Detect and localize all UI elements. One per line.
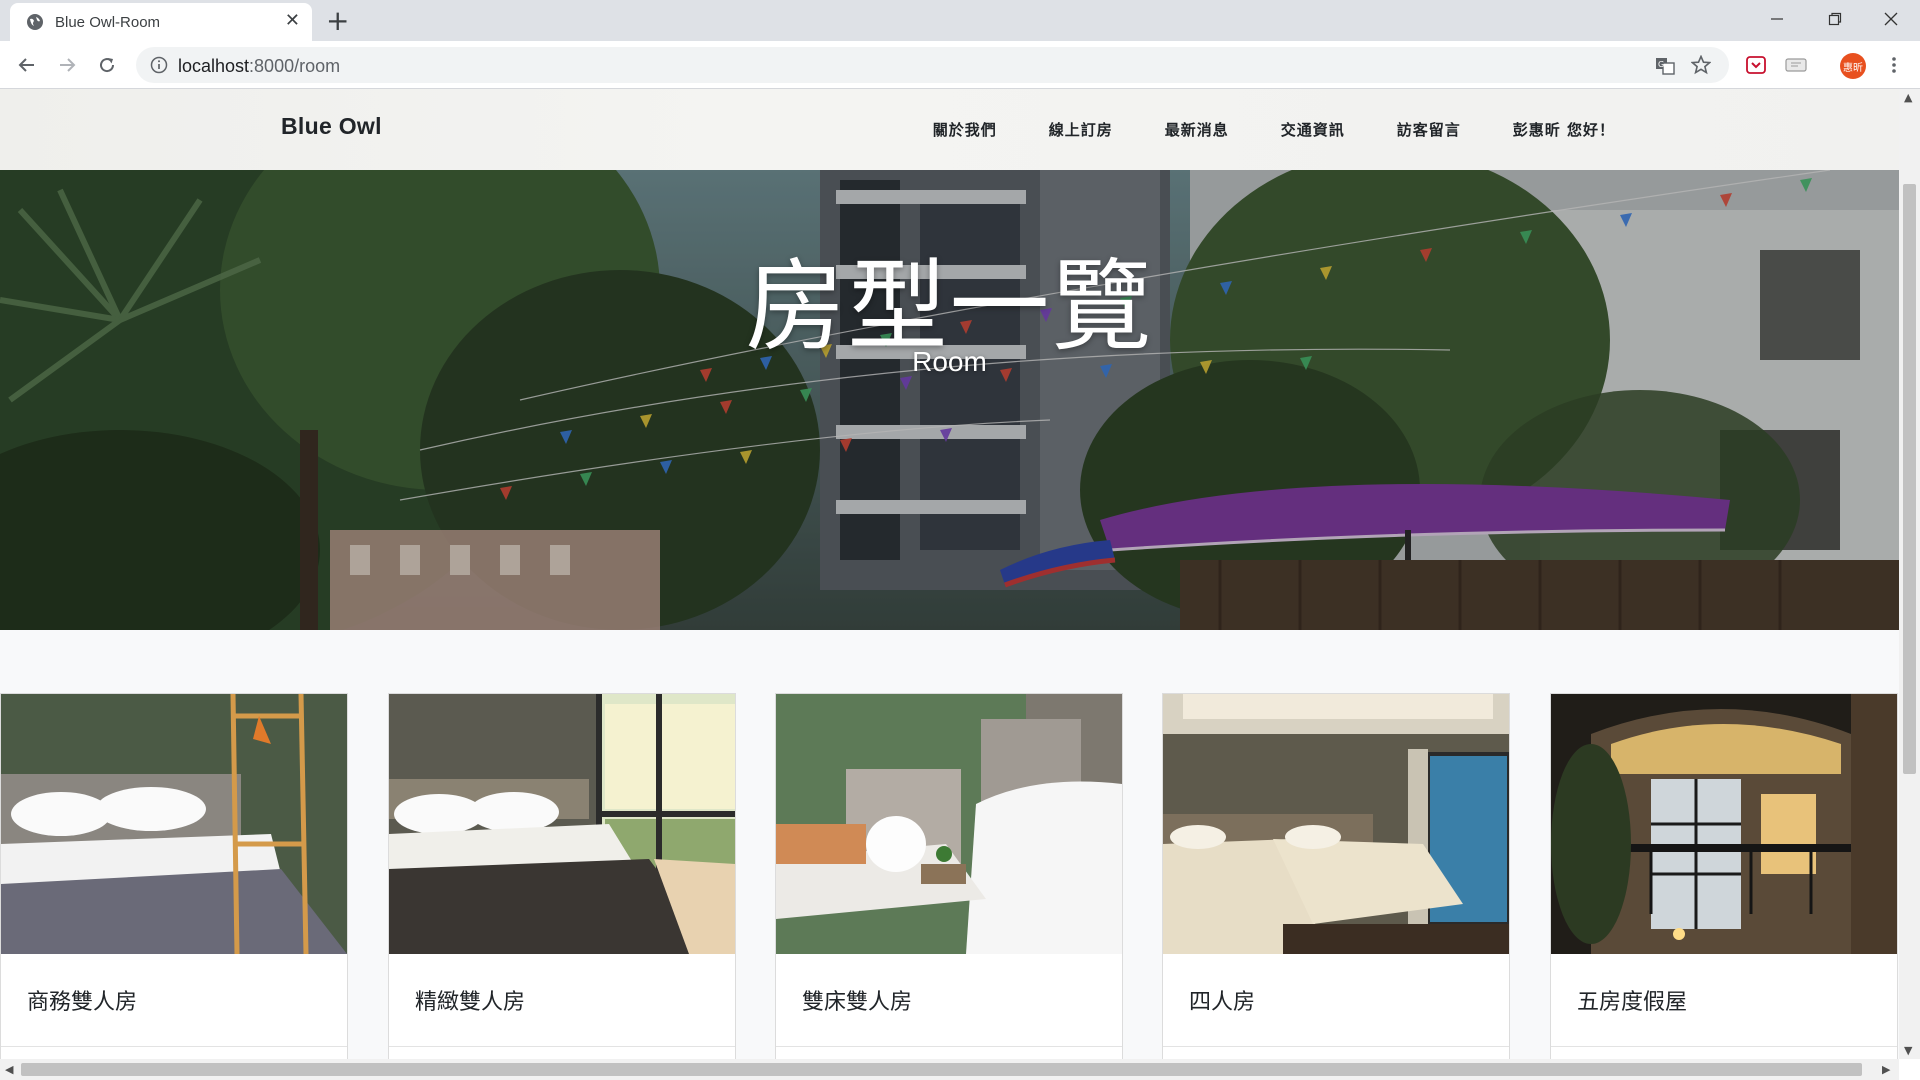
hero-banner: 房型一覽 Room <box>0 170 1899 630</box>
browser-menu-button[interactable] <box>1882 53 1906 77</box>
reload-icon <box>100 58 115 73</box>
menu-user-greeting[interactable]: 彭惠昕 您好！ <box>1513 119 1615 140</box>
svg-text:G: G <box>1658 60 1664 69</box>
card-divider <box>1 1046 347 1047</box>
extension-pocket-icon[interactable] <box>1744 53 1768 77</box>
card-divider <box>1163 1046 1509 1047</box>
arrow-left-icon <box>18 58 34 72</box>
room-photo <box>1 694 347 954</box>
room-name: 五房度假屋 <box>1577 990 1688 1015</box>
room-photo <box>776 694 1122 954</box>
url-text: localhost:8000/room <box>178 56 340 77</box>
card-divider <box>776 1046 1122 1047</box>
extension-ticket-icon[interactable] <box>1784 53 1808 77</box>
translate-icon[interactable]: G <box>1655 56 1675 76</box>
vertical-scrollbar[interactable]: ▲ ▼ <box>1899 89 1920 1059</box>
site-navbar: Blue Owl 關於我們 線上訂房 最新消息 交通資訊 訪客留言 彭惠昕 您好… <box>0 89 1899 171</box>
room-photo <box>1163 694 1509 954</box>
room-card[interactable]: 四人房 <box>1162 693 1510 1059</box>
forward-button[interactable] <box>53 51 81 79</box>
globe-icon <box>27 14 43 30</box>
room-card[interactable]: 精緻雙人房 <box>388 693 736 1059</box>
room-name: 雙床雙人房 <box>802 990 913 1015</box>
minimize-window-button[interactable] <box>1748 0 1806 38</box>
new-tab-button[interactable]: + <box>326 4 349 38</box>
restore-icon <box>1828 12 1842 26</box>
page-viewport: Blue Owl 關於我們 線上訂房 最新消息 交通資訊 訪客留言 彭惠昕 您好… <box>0 89 1899 1059</box>
menu-about[interactable]: 關於我們 <box>933 119 997 140</box>
main-menu: 關於我們 線上訂房 最新消息 交通資訊 訪客留言 彭惠昕 您好！ <box>933 119 1615 140</box>
room-card[interactable]: 五房度假屋 <box>1550 693 1898 1059</box>
close-tab-icon[interactable]: ✕ <box>285 10 300 32</box>
browser-tab-strip: Blue Owl-Room ✕ + <box>0 0 1920 41</box>
card-divider <box>1551 1046 1897 1047</box>
info-icon <box>150 56 168 74</box>
horizontal-scrollbar[interactable]: ◀ ▶ <box>0 1059 1899 1080</box>
menu-guestbook[interactable]: 訪客留言 <box>1397 119 1461 140</box>
reload-button[interactable] <box>93 51 121 79</box>
room-card[interactable]: 商務雙人房 <box>0 693 348 1059</box>
room-photo <box>389 694 735 954</box>
close-window-button[interactable] <box>1862 0 1920 38</box>
menu-booking[interactable]: 線上訂房 <box>1049 119 1113 140</box>
back-button[interactable] <box>13 51 41 79</box>
scroll-right-icon[interactable]: ▶ <box>1882 1063 1890 1076</box>
arrow-right-icon <box>60 58 76 72</box>
room-name: 四人房 <box>1189 990 1256 1015</box>
more-vertical-icon <box>1892 57 1896 73</box>
room-name: 精緻雙人房 <box>415 990 526 1015</box>
menu-traffic[interactable]: 交通資訊 <box>1281 119 1345 140</box>
scroll-left-icon[interactable]: ◀ <box>5 1063 13 1076</box>
minimize-icon <box>1771 18 1783 20</box>
profile-avatar[interactable]: 惠昕 <box>1840 53 1866 79</box>
url-host: localhost <box>178 56 250 76</box>
scroll-up-icon[interactable]: ▲ <box>1904 91 1912 104</box>
room-card[interactable]: 雙床雙人房 <box>775 693 1123 1059</box>
tab-title: Blue Owl-Room <box>55 14 161 31</box>
room-card-list: 商務雙人房 精緻雙人房 雙床雙人房 四人房 五房度假屋 <box>0 693 1899 1059</box>
address-bar[interactable]: localhost:8000/room G <box>136 47 1729 83</box>
browser-tab[interactable]: Blue Owl-Room ✕ <box>10 3 312 41</box>
scroll-down-icon[interactable]: ▼ <box>1904 1044 1912 1057</box>
restore-window-button[interactable] <box>1806 0 1864 38</box>
horizontal-scroll-thumb[interactable] <box>21 1063 1862 1076</box>
bookmark-star-icon[interactable] <box>1691 55 1711 75</box>
room-name: 商務雙人房 <box>27 990 138 1015</box>
card-divider <box>389 1046 735 1047</box>
browser-toolbar: localhost:8000/room G 惠昕 <box>0 41 1920 89</box>
vertical-scroll-thumb[interactable] <box>1903 184 1916 774</box>
page-subtitle: Room <box>912 346 987 377</box>
room-photo <box>1551 694 1897 954</box>
url-path: :8000/room <box>249 56 341 76</box>
brand-logo[interactable]: Blue Owl <box>281 113 382 140</box>
close-icon <box>1884 12 1898 26</box>
menu-news[interactable]: 最新消息 <box>1165 119 1229 140</box>
